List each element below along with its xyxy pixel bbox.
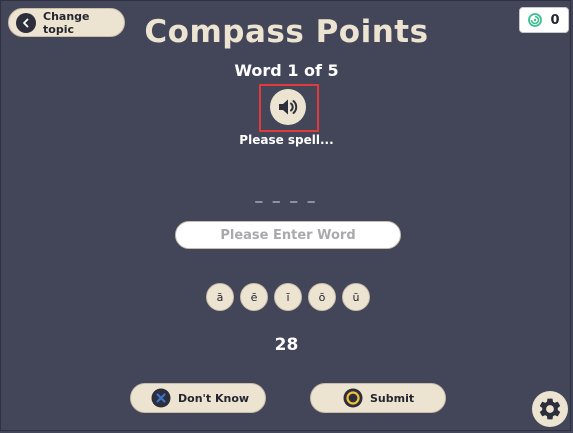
vowel-keys: ā ē ī ō ū [206,283,370,311]
submit-button[interactable]: Submit [310,383,446,413]
letter-blanks: _ _ _ _ [255,187,318,203]
spell-prompt: Please spell... [239,133,334,147]
play-audio-button[interactable] [270,89,306,125]
submit-label: Submit [370,391,415,405]
dont-know-button[interactable]: Don't Know [130,383,266,413]
settings-button[interactable] [532,391,568,427]
close-icon [151,388,171,408]
vowel-key-u[interactable]: ū [342,283,370,311]
vowel-key-a[interactable]: ā [206,283,234,311]
speaker-icon [279,99,298,115]
page-title: Compass Points [144,14,429,50]
vowel-key-i[interactable]: ī [274,283,302,311]
vowel-key-o[interactable]: ō [308,283,336,311]
vowel-key-e[interactable]: ē [240,283,268,311]
gear-icon [539,398,561,420]
word-input[interactable] [175,221,401,249]
dont-know-label: Don't Know [178,391,250,405]
circle-icon [343,388,363,408]
word-counter: Word 1 of 5 [234,61,339,80]
countdown-timer: 28 [274,335,299,355]
